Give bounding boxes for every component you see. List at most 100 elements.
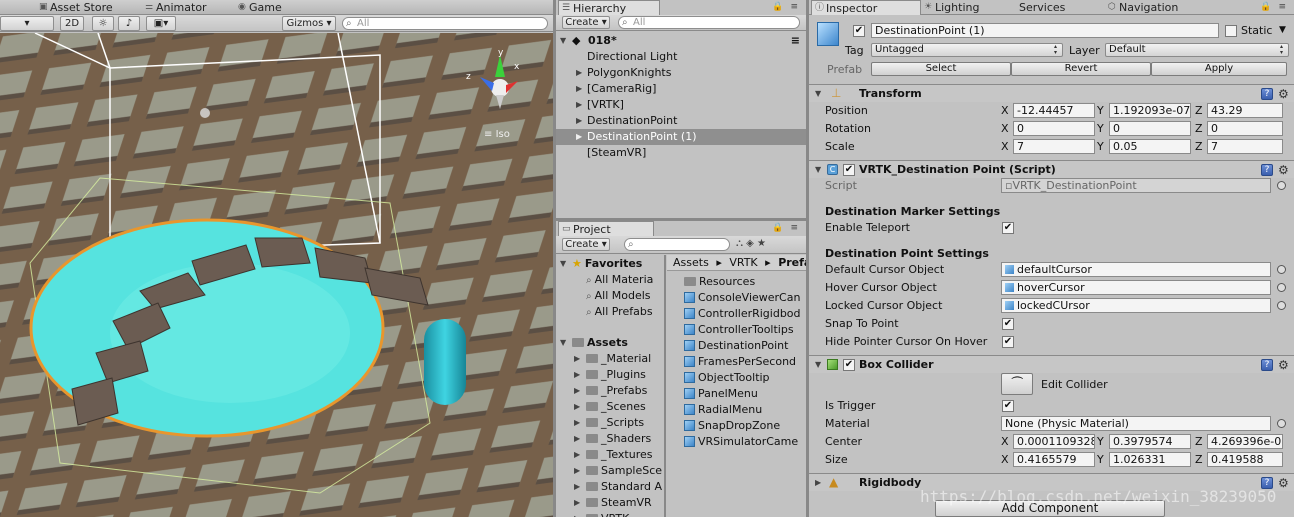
hover-cursor-field[interactable]: hoverCursor (1001, 280, 1271, 295)
favorite-item[interactable]: ⌕ All Prefabs (586, 304, 666, 320)
tab-animator[interactable]: ⚌ Animator (142, 0, 213, 15)
edit-collider-button[interactable]: ⏜ (1001, 373, 1033, 395)
panel-menu-icon[interactable]: 🔒 ≡ (772, 223, 800, 233)
default-cursor-field[interactable]: defaultCursor (1001, 262, 1271, 277)
component-enabled-checkbox[interactable]: ✔ (843, 359, 855, 371)
hierarchy-item-selected[interactable]: ▶ DestinationPoint (1) (556, 129, 806, 145)
expand-arrow-icon[interactable]: ▶ (576, 113, 582, 129)
hide-pointer-checkbox[interactable]: ✔ (1002, 336, 1014, 348)
gear-icon[interactable]: ⚙ (1278, 164, 1289, 176)
expand-arrow-icon[interactable]: ▶ (815, 478, 821, 487)
object-picker-icon[interactable] (1277, 181, 1286, 190)
expand-arrow-icon[interactable]: ▶ (574, 367, 580, 383)
project-file-item[interactable]: ControllerRigidbod (684, 306, 806, 322)
position-axis-label[interactable]: X (1001, 103, 1009, 118)
rotation-axis-label[interactable]: Z (1195, 121, 1203, 136)
collapse-arrow-icon[interactable]: ▼ (560, 33, 566, 49)
filter-icons[interactable]: ⛬ ◈ ★ (736, 238, 766, 249)
gear-icon[interactable]: ⚙ (1278, 477, 1289, 489)
collapse-arrow-icon[interactable]: ▼ (815, 360, 821, 369)
favorite-item[interactable]: ⌕ All Materia (586, 272, 666, 288)
center-x-field[interactable]: 0.0001109328 (1013, 434, 1095, 449)
transform-header[interactable]: ▼ ⊥ Transform ? ⚙ (809, 84, 1294, 102)
scale-z-field[interactable]: 7 (1207, 139, 1283, 154)
project-split-divider[interactable] (664, 255, 666, 517)
asset-folder-item[interactable]: ▶ _Material (574, 351, 664, 367)
panel-menu-icon[interactable]: 🔒 ≡ (1260, 2, 1288, 12)
asset-folder-item[interactable]: ▶ _Scripts (574, 415, 664, 431)
tab-game[interactable]: ◉ Game (235, 0, 288, 15)
expand-arrow-icon[interactable]: ▶ (574, 495, 580, 511)
tab-project[interactable]: ▭ Project (558, 221, 654, 236)
help-icon[interactable]: ? (1261, 88, 1273, 100)
scale-axis-label[interactable]: X (1001, 139, 1009, 154)
hierarchy-search-input[interactable]: ⌕ All (618, 16, 800, 29)
expand-arrow-icon[interactable]: ▶ (574, 479, 580, 495)
help-icon[interactable]: ? (1261, 359, 1273, 371)
tag-dropdown[interactable]: Untagged (871, 43, 1063, 57)
rotation-axis-label[interactable]: Y (1097, 121, 1104, 136)
enable-teleport-checkbox[interactable]: ✔ (1002, 222, 1014, 234)
expand-arrow-icon[interactable]: ▶ (574, 511, 580, 517)
breadcrumb-item[interactable]: VRTK (729, 256, 757, 269)
hierarchy-item[interactable]: ▶ DestinationPoint (556, 113, 806, 129)
rotation-axis-label[interactable]: X (1001, 121, 1009, 136)
scale-axis-label[interactable]: Y (1097, 139, 1104, 154)
shading-mode-dropdown[interactable]: ▾ (0, 16, 54, 31)
snap-to-point-checkbox[interactable]: ✔ (1002, 318, 1014, 330)
static-dropdown-icon[interactable]: ▼ (1279, 23, 1286, 38)
position-axis-label[interactable]: Z (1195, 103, 1203, 118)
tab-inspector[interactable]: ⓘ Inspector (811, 0, 921, 15)
collapse-arrow-icon[interactable]: ▼ (815, 89, 821, 98)
scene-viewport[interactable]: y z x ≡ Iso (0, 33, 553, 517)
mode-2d-button[interactable]: 2D (60, 16, 84, 31)
favorite-item[interactable]: ⌕ All Models (586, 288, 666, 304)
gizmos-dropdown[interactable]: Gizmos ▾ (282, 16, 336, 31)
project-file-item[interactable]: DestinationPoint (684, 338, 806, 354)
scene-root[interactable]: ▼ ◆ 018* ≡ (560, 33, 804, 49)
object-picker-icon[interactable] (1277, 419, 1286, 428)
object-name-field[interactable]: DestinationPoint (1) (871, 23, 1219, 38)
locked-cursor-field[interactable]: lockedCUrsor (1001, 298, 1271, 313)
size-axis-label[interactable]: X (1001, 452, 1009, 467)
expand-arrow-icon[interactable]: ▶ (574, 463, 580, 479)
lighting-toggle-icon[interactable]: ☼ (92, 16, 114, 31)
asset-folder-item[interactable]: ▶ _Prefabs (574, 383, 664, 399)
object-picker-icon[interactable] (1277, 283, 1286, 292)
effects-dropdown-icon[interactable]: ▣▾ (146, 16, 176, 31)
project-file-item[interactable]: SnapDropZone (684, 418, 806, 434)
expand-arrow-icon[interactable]: ▶ (576, 65, 582, 81)
project-file-item[interactable]: VRSimulatorCame (684, 434, 806, 450)
project-create-button[interactable]: Create ▾ (562, 238, 610, 251)
prefab-apply-button[interactable]: Apply (1151, 62, 1287, 76)
scale-y-field[interactable]: 0.05 (1109, 139, 1191, 154)
panel-menu-icon[interactable]: 🔒 ≡ (772, 2, 800, 12)
center-axis-label[interactable]: X (1001, 434, 1009, 449)
center-z-field[interactable]: 4.269396e-05 (1207, 434, 1283, 449)
help-icon[interactable]: ? (1261, 164, 1273, 176)
expand-arrow-icon[interactable]: ▶ (574, 399, 580, 415)
project-file-item[interactable]: FramesPerSecond (684, 354, 806, 370)
asset-folder-item[interactable]: ▶ _Plugins (574, 367, 664, 383)
collapse-arrow-icon[interactable]: ▼ (560, 335, 566, 351)
center-y-field[interactable]: 0.3979574 (1109, 434, 1191, 449)
position-x-field[interactable]: -12.44457 (1013, 103, 1095, 118)
hierarchy-create-button[interactable]: Create ▾ (562, 16, 610, 29)
collapse-arrow-icon[interactable]: ▼ (560, 256, 566, 272)
center-axis-label[interactable]: Z (1195, 434, 1203, 449)
size-y-field[interactable]: 1.026331 (1109, 452, 1191, 467)
center-axis-label[interactable]: Y (1097, 434, 1104, 449)
project-file-item[interactable]: Resources (684, 274, 806, 290)
scale-axis-label[interactable]: Z (1195, 139, 1203, 154)
position-y-field[interactable]: 1.192093e-07 (1109, 103, 1191, 118)
object-picker-icon[interactable] (1277, 265, 1286, 274)
tab-hierarchy[interactable]: ☰ Hierarchy (558, 0, 660, 15)
asset-folder-item[interactable]: ▶ SteamVR (574, 495, 664, 511)
layer-dropdown[interactable]: Default (1105, 43, 1289, 57)
tab-asset-store[interactable]: ▣ Asset Store (36, 0, 119, 15)
project-file-item[interactable]: PanelMenu (684, 386, 806, 402)
box-collider-header[interactable]: ▼ ✔ Box Collider ? ⚙ (809, 355, 1294, 373)
expand-arrow-icon[interactable]: ▶ (574, 351, 580, 367)
expand-arrow-icon[interactable]: ▶ (574, 431, 580, 447)
project-file-item[interactable]: RadialMenu (684, 402, 806, 418)
